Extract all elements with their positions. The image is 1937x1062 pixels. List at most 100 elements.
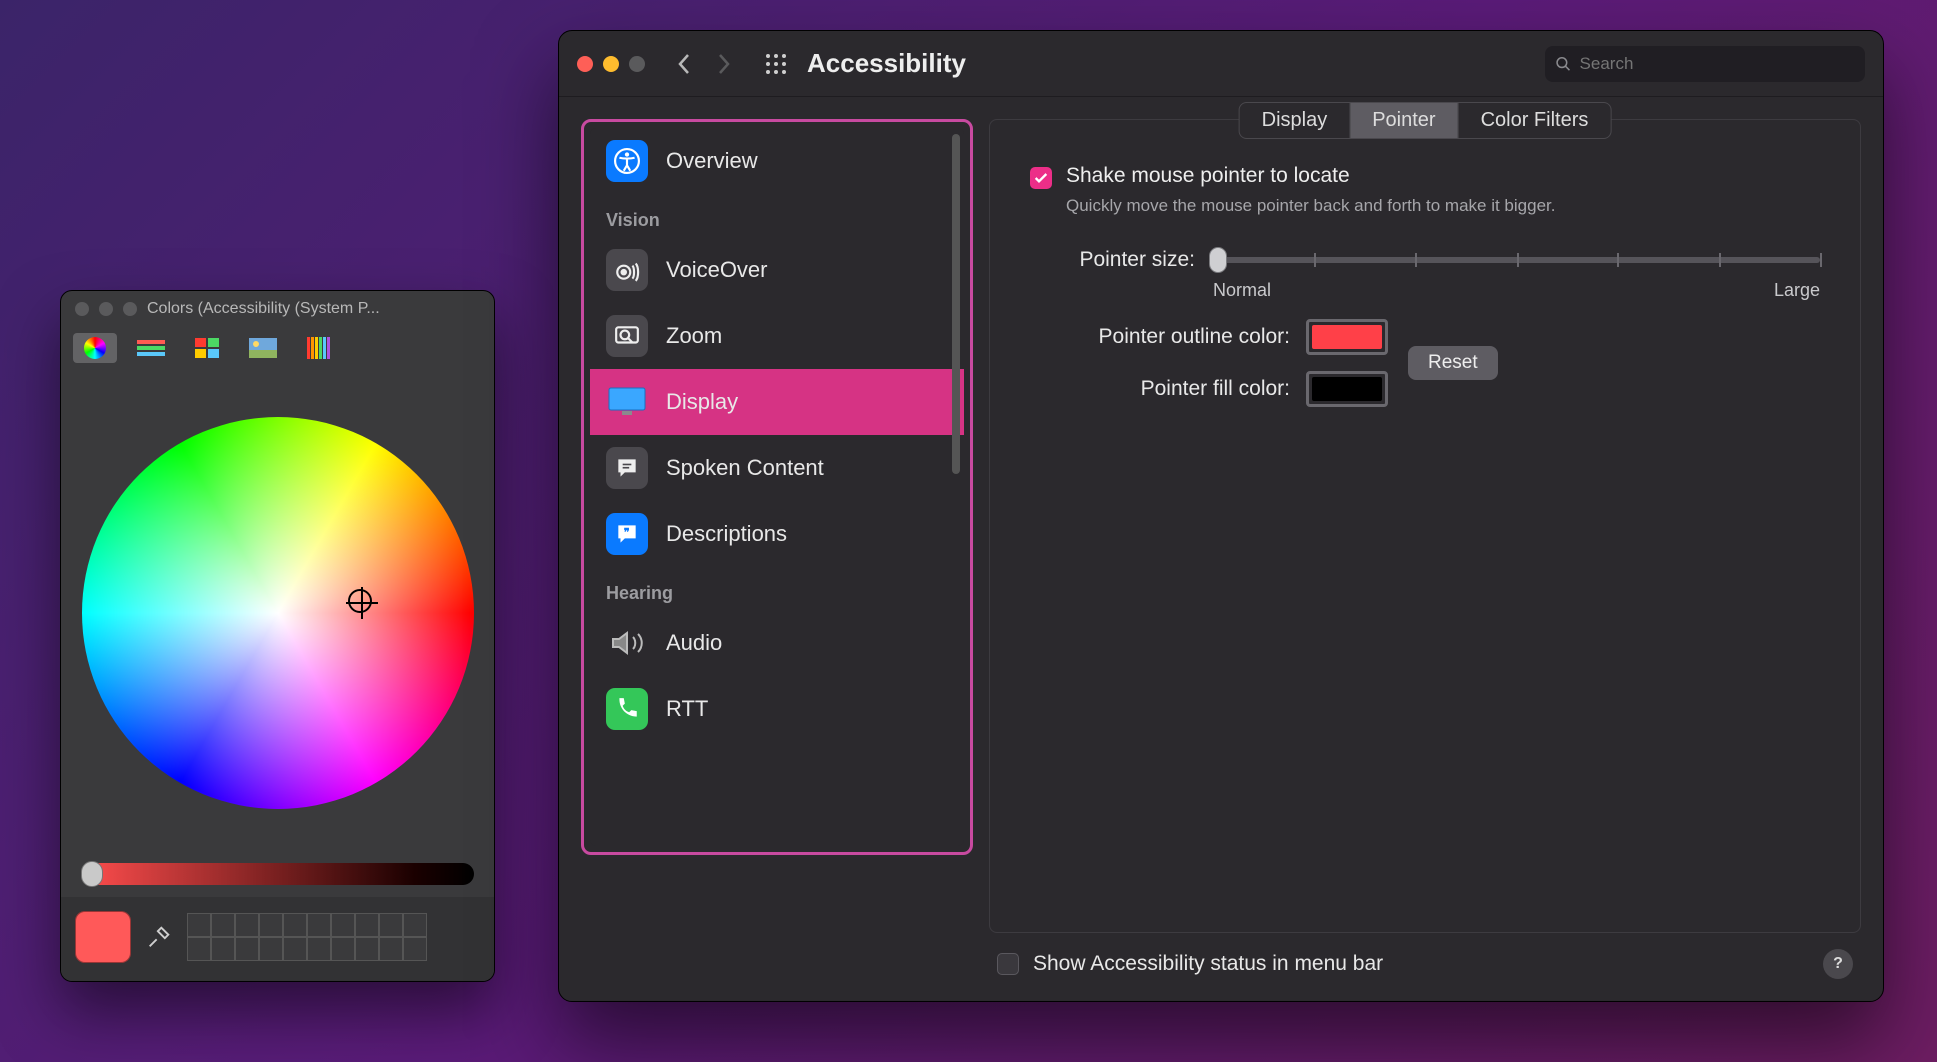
- display-icon: [606, 381, 648, 423]
- swatch-cell[interactable]: [187, 913, 211, 937]
- audio-icon: [606, 622, 648, 664]
- swatch-cell[interactable]: [355, 913, 379, 937]
- zoom-icon: [606, 315, 648, 357]
- saved-swatch-grid[interactable]: [187, 913, 427, 961]
- sidebar-item-overview[interactable]: Overview: [590, 128, 964, 194]
- brightness-slider[interactable]: [81, 863, 474, 885]
- swatch-cell[interactable]: [307, 913, 331, 937]
- sidebar-highlight-frame: Overview Vision VoiceOver Zoom: [581, 119, 973, 855]
- sidebar-item-descriptions[interactable]: ❞ Descriptions: [590, 501, 964, 567]
- swatch-cell[interactable]: [235, 937, 259, 961]
- tab-color-sliders[interactable]: [129, 333, 173, 363]
- sidebar-item-label: Overview: [666, 148, 758, 174]
- swatch-cell[interactable]: [259, 937, 283, 961]
- color-wheel[interactable]: [82, 417, 474, 809]
- swatch-cell[interactable]: [283, 937, 307, 961]
- image-icon: [249, 338, 277, 358]
- sidebar-item-spoken-content[interactable]: Spoken Content: [590, 435, 964, 501]
- pointer-size-max-label: Large: [1774, 280, 1820, 301]
- sidebar-section-hearing: Hearing: [590, 567, 964, 610]
- swatch-cell[interactable]: [403, 937, 427, 961]
- swatch-cell[interactable]: [307, 937, 331, 961]
- swatch-cell[interactable]: [235, 913, 259, 937]
- show-status-label: Show Accessibility status in menu bar: [1033, 952, 1383, 976]
- show-all-button[interactable]: [765, 53, 787, 75]
- pencils-icon: [306, 337, 332, 359]
- close-icon[interactable]: [577, 56, 593, 72]
- swatch-cell[interactable]: [403, 913, 427, 937]
- help-button[interactable]: ?: [1823, 949, 1853, 979]
- color-wheel-cursor-icon[interactable]: [348, 589, 372, 613]
- pointer-outline-color: [1312, 325, 1382, 349]
- sidebar-item-label: Display: [666, 389, 738, 415]
- zoom-icon-disabled: [123, 302, 137, 316]
- search-icon: [1555, 55, 1572, 73]
- sidebar-item-label: Spoken Content: [666, 455, 824, 481]
- swatch-cell[interactable]: [355, 937, 379, 961]
- swatch-row: [61, 897, 494, 981]
- minimize-icon[interactable]: [99, 302, 113, 316]
- sidebar[interactable]: Overview Vision VoiceOver Zoom: [590, 128, 964, 846]
- grid-icon: [765, 53, 787, 75]
- swatch-cell[interactable]: [379, 913, 403, 937]
- tab-image-palettes[interactable]: [241, 333, 285, 363]
- pointer-size-slider-knob[interactable]: [1209, 247, 1227, 273]
- tab-pointer[interactable]: Pointer: [1349, 103, 1457, 138]
- tab-display[interactable]: Display: [1240, 103, 1350, 138]
- sidebar-item-display[interactable]: Display: [590, 369, 964, 435]
- tab-color-palettes[interactable]: [185, 333, 229, 363]
- tab-color-wheel[interactable]: [73, 333, 117, 363]
- swatch-cell[interactable]: [331, 937, 355, 961]
- sidebar-item-rtt[interactable]: RTT: [590, 676, 964, 742]
- accessibility-window: Accessibility Overview Vision: [558, 30, 1884, 1002]
- check-icon: [1033, 170, 1049, 186]
- minimize-icon[interactable]: [603, 56, 619, 72]
- back-button[interactable]: [671, 51, 697, 77]
- current-color-swatch[interactable]: [75, 911, 131, 963]
- swatch-cell[interactable]: [283, 913, 307, 937]
- colors-titlebar[interactable]: Colors (Accessibility (System P...: [61, 291, 494, 327]
- chevron-right-icon: [717, 53, 731, 75]
- pointer-size-slider[interactable]: [1213, 257, 1820, 263]
- swatch-cell[interactable]: [187, 937, 211, 961]
- sidebar-item-label: RTT: [666, 696, 708, 722]
- pointer-fill-label: Pointer fill color:: [1030, 377, 1290, 401]
- swatch-cell[interactable]: [331, 913, 355, 937]
- chevron-left-icon: [677, 53, 691, 75]
- spoken-content-icon: [606, 447, 648, 489]
- window-controls: [577, 56, 645, 72]
- shake-pointer-checkbox[interactable]: [1030, 167, 1052, 189]
- colors-panel: Colors (Accessibility (System P...: [60, 290, 495, 982]
- sidebar-scrollbar[interactable]: [952, 134, 960, 474]
- pointer-fill-color-well[interactable]: [1306, 371, 1388, 407]
- swatch-cell[interactable]: [259, 913, 283, 937]
- tab-pencils[interactable]: [297, 333, 341, 363]
- swatch-cell[interactable]: [211, 913, 235, 937]
- shake-pointer-option[interactable]: Shake mouse pointer to locate: [1030, 164, 1820, 189]
- sidebar-item-voiceover[interactable]: VoiceOver: [590, 237, 964, 303]
- brightness-slider-knob[interactable]: [81, 861, 103, 887]
- reset-button[interactable]: Reset: [1408, 346, 1498, 380]
- color-wheel-area: [61, 373, 494, 857]
- palettes-icon: [195, 338, 219, 358]
- swatch-cell[interactable]: [379, 937, 403, 961]
- search-input[interactable]: [1580, 54, 1855, 74]
- close-icon[interactable]: [75, 302, 89, 316]
- sidebar-item-label: Audio: [666, 630, 722, 656]
- color-picker-tabs: [61, 327, 494, 373]
- sidebar-item-label: VoiceOver: [666, 257, 768, 283]
- accessibility-icon: [606, 140, 648, 182]
- pointer-outline-color-well[interactable]: [1306, 319, 1388, 355]
- sidebar-item-audio[interactable]: Audio: [590, 610, 964, 676]
- swatch-cell[interactable]: [211, 937, 235, 961]
- search-field[interactable]: [1545, 46, 1865, 82]
- show-status-checkbox[interactable]: [997, 953, 1019, 975]
- pointer-fill-color: [1312, 377, 1382, 401]
- eyedropper-icon[interactable]: [145, 923, 173, 951]
- sidebar-item-label: Zoom: [666, 323, 722, 349]
- pointer-size-label: Pointer size:: [1030, 248, 1195, 272]
- tab-color-filters[interactable]: Color Filters: [1458, 103, 1611, 138]
- zoom-icon-disabled: [629, 56, 645, 72]
- sidebar-item-label: Descriptions: [666, 521, 787, 547]
- sidebar-item-zoom[interactable]: Zoom: [590, 303, 964, 369]
